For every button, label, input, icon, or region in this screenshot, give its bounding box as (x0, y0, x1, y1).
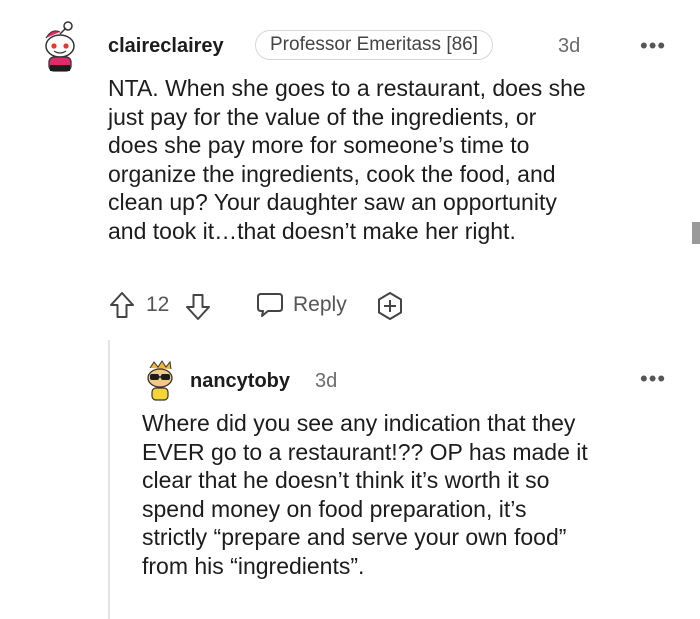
comment-line: does she pay more for someone’s time to (108, 132, 530, 158)
reply-line: clear that he doesn’t think it’s worth i… (142, 467, 550, 493)
comment-line: NTA. When she goes to a restaurant, does… (108, 75, 586, 101)
downvote-arrow-icon (186, 294, 210, 320)
plus-award-icon (378, 292, 402, 320)
scrollbar-thumb[interactable] (692, 222, 700, 244)
comment-line: organize the ingredients, cook the food,… (108, 160, 556, 187)
reply-line: Where did you see any indication that th… (142, 410, 576, 436)
comment-line: just pay for the value of the ingredient… (108, 103, 537, 130)
reply-button[interactable]: Reply (255, 291, 347, 319)
user-flair: Professor Emeritass [86] (255, 30, 494, 60)
snoo-avatar-icon (147, 360, 173, 401)
snoo-avatar-icon (45, 21, 75, 72)
upvote-arrow-icon (110, 292, 134, 318)
comment-timestamp: 3d (558, 35, 581, 57)
reply-line: spend money on food preparation, it’s (142, 495, 527, 522)
comment-line: and took it…that doesn’t make her right. (108, 217, 516, 244)
reply-timestamp: 3d (315, 370, 338, 392)
comment-username[interactable]: claireclairey (108, 35, 224, 58)
reply-label: Reply (293, 293, 347, 316)
comment-line: clean up? Your daughter saw an opportuni… (108, 189, 557, 215)
upvote-button[interactable] (108, 290, 136, 320)
more-options-icon[interactable]: ••• (640, 366, 666, 392)
reply-line: from his “ingredients”. (142, 552, 365, 579)
downvote-button[interactable] (184, 292, 212, 322)
reply-line: EVER go to a restaurant!?? OP has made i… (142, 438, 588, 465)
reply-line: strictly “prepare and serve your own foo… (142, 524, 567, 550)
reply-body: Where did you see any indication that th… (142, 409, 692, 580)
reply-username[interactable]: nancytoby (190, 370, 290, 393)
thread-line[interactable] (108, 340, 110, 619)
more-options-icon[interactable]: ••• (640, 33, 666, 59)
vote-count: 12 (146, 293, 170, 316)
avatar[interactable] (142, 360, 178, 401)
comment-body: NTA. When she goes to a restaurant, does… (108, 74, 688, 245)
avatar[interactable] (38, 20, 82, 72)
award-button[interactable] (374, 290, 406, 322)
speech-bubble-icon (257, 293, 283, 317)
